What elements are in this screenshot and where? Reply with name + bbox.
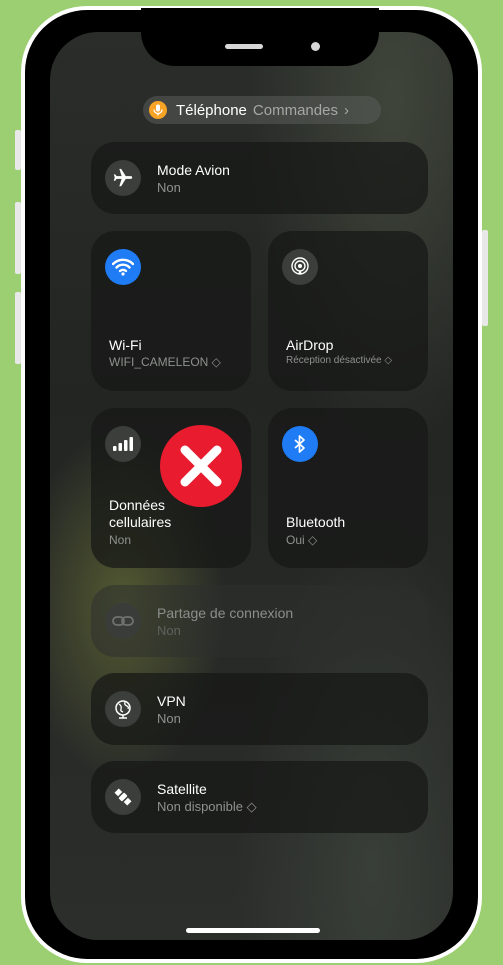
header-subtitle: Commandes	[252, 101, 338, 119]
satellite-toggle[interactable]: Satellite Non disponible ◇	[91, 761, 428, 833]
cellular-title-line2: cellulaires	[109, 514, 172, 530]
notch	[141, 8, 379, 66]
microphone-icon	[149, 101, 167, 119]
wifi-icon	[105, 249, 141, 285]
control-center-header[interactable]: Téléphone Commandes ›	[143, 96, 381, 124]
wifi-tile[interactable]: Wi-Fi WIFI_CAMELEON ◇	[91, 231, 251, 391]
airplane-title: Mode Avion	[157, 162, 230, 178]
airplane-mode-toggle[interactable]: Mode Avion Non	[91, 142, 428, 214]
hotspot-status: Non	[157, 623, 181, 638]
airdrop-tile[interactable]: AirDrop Réception désactivée ◇	[268, 231, 428, 391]
cellular-signal-icon	[105, 426, 141, 462]
power-button	[482, 230, 488, 326]
airdrop-icon	[282, 249, 318, 285]
cellular-title-line1: Données	[109, 497, 166, 513]
bluetooth-tile[interactable]: Bluetooth Oui ◇	[268, 408, 428, 568]
speaker-grille	[225, 44, 263, 49]
airplane-status: Non	[157, 180, 181, 195]
bluetooth-title: Bluetooth	[286, 514, 346, 530]
hotspot-title: Partage de connexion	[157, 605, 294, 621]
active-app-label: Téléphone	[176, 101, 247, 119]
volume-up-button	[15, 202, 21, 274]
side-button	[15, 130, 21, 170]
wifi-title: Wi-Fi	[109, 337, 142, 353]
vpn-globe-icon	[105, 691, 141, 727]
airplane-icon	[105, 160, 141, 196]
satellite-status: Non disponible ◇	[157, 799, 257, 814]
personal-hotspot-toggle[interactable]: Partage de connexion Non	[91, 585, 428, 657]
personal-hotspot-icon	[105, 603, 141, 639]
bluetooth-status: Oui ◇	[286, 533, 318, 547]
camera-dot	[311, 42, 320, 51]
vpn-toggle[interactable]: VPN Non	[91, 673, 428, 745]
bluetooth-icon	[282, 426, 318, 462]
airdrop-title: AirDrop	[286, 337, 334, 353]
cellular-status: Non	[109, 533, 132, 547]
satellite-icon	[105, 779, 141, 815]
volume-down-button	[15, 292, 21, 364]
airdrop-status: Réception désactivée ◇	[286, 355, 393, 366]
chevron-right-icon: ›	[343, 101, 349, 119]
home-indicator[interactable]	[186, 928, 320, 933]
red-x-icon	[160, 425, 242, 507]
vpn-status: Non	[157, 711, 181, 726]
vpn-title: VPN	[157, 693, 186, 709]
satellite-title: Satellite	[157, 781, 207, 797]
wifi-network: WIFI_CAMELEON ◇	[109, 355, 221, 369]
